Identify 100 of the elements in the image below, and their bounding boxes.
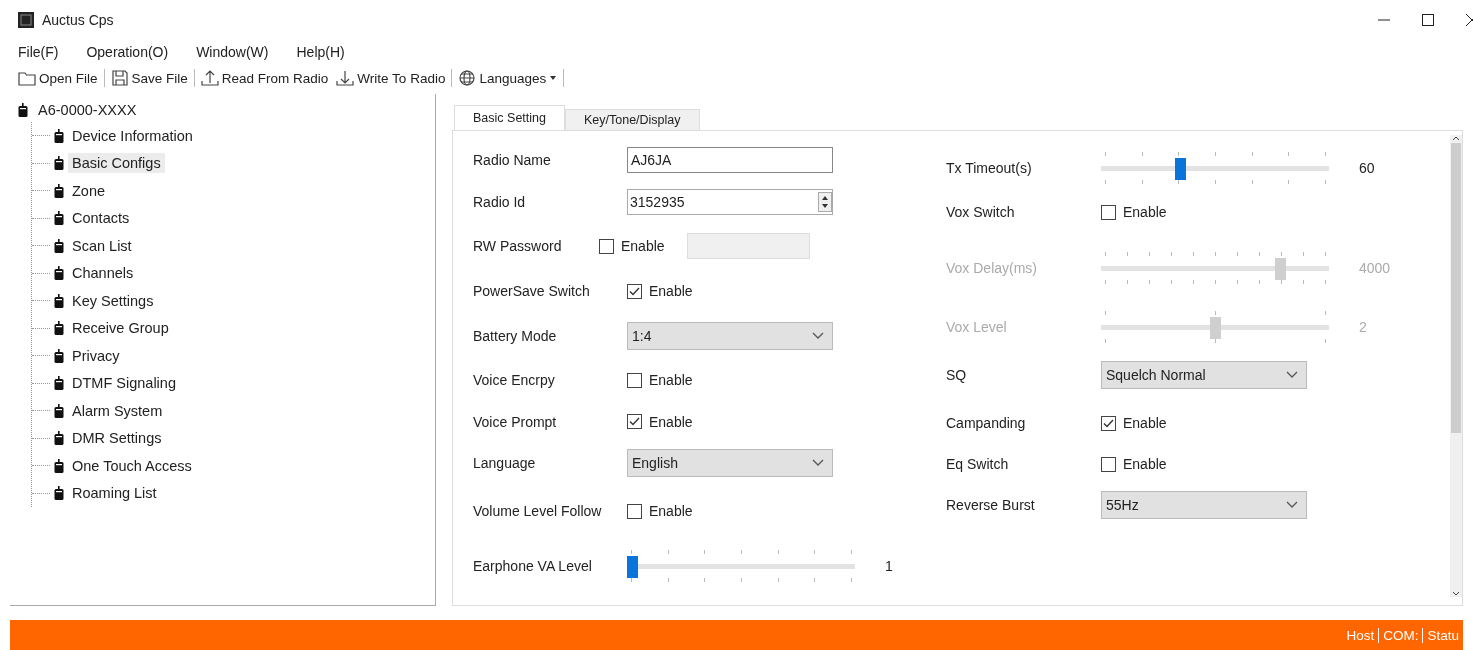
- radio-icon: [54, 156, 64, 171]
- tree-item[interactable]: Scan List: [68, 235, 136, 256]
- slider-value: 1: [885, 558, 893, 574]
- field-label: Voice Encrpy: [473, 372, 556, 388]
- dropdown[interactable]: 1:4: [627, 321, 833, 350]
- field-label: Volume Level Follow: [473, 503, 603, 519]
- menu-item[interactable]: Window(W): [196, 44, 269, 60]
- radio-icon: [54, 403, 64, 418]
- radio-icon: [54, 431, 64, 446]
- radio-icon: [54, 376, 64, 391]
- menu-item[interactable]: File(F): [18, 44, 59, 60]
- tree-item[interactable]: DTMF Signaling: [68, 373, 180, 394]
- radio-name-field[interactable]: AJ6JA: [627, 147, 833, 173]
- field-label: Voice Prompt: [473, 413, 558, 430]
- upload-icon: [200, 69, 219, 87]
- toolbar-button[interactable]: Languages: [454, 66, 562, 90]
- enable-checkbox[interactable]: Enable: [1101, 456, 1167, 472]
- field-label: SQ: [946, 367, 968, 383]
- tree-item[interactable]: DMR Settings: [68, 428, 166, 449]
- enable-checkbox[interactable]: Enable: [599, 238, 665, 254]
- toolbar-button[interactable]: Write To Radio: [332, 66, 450, 90]
- toolbar-button[interactable]: Save File: [106, 66, 192, 90]
- radio-id-spinbox[interactable]: 3152935: [627, 189, 833, 215]
- slider[interactable]: [1101, 310, 1329, 344]
- radio-icon: [54, 238, 64, 253]
- tree-item[interactable]: Privacy: [68, 345, 124, 366]
- download-icon: [336, 69, 355, 87]
- tree-item[interactable]: Receive Group: [68, 318, 173, 339]
- checkmark-icon: [1103, 418, 1114, 428]
- enable-checkbox[interactable]: Enable: [1101, 415, 1167, 431]
- dropdown[interactable]: Squelch Normal: [1101, 361, 1307, 389]
- status-text: Statu: [1422, 627, 1463, 643]
- spin-arrows-icon[interactable]: [818, 192, 832, 212]
- field-label: Vox Level: [946, 319, 1008, 335]
- status-text: Host: [1345, 627, 1376, 643]
- toolbar-button[interactable]: Open File: [14, 66, 102, 90]
- radio-icon: [54, 458, 64, 473]
- checkmark-icon: [629, 286, 640, 296]
- dropdown[interactable]: English: [627, 449, 833, 477]
- tree-item[interactable]: Roaming List: [68, 483, 161, 504]
- radio-icon: [18, 103, 28, 117]
- tab[interactable]: Key/Tone/Display: [564, 109, 700, 130]
- globe-icon: [458, 69, 477, 87]
- field-label: Battery Mode: [473, 327, 558, 344]
- tree-item[interactable]: Key Settings: [68, 290, 158, 311]
- field-label: Eq Switch: [946, 456, 1010, 472]
- scroll-up-icon[interactable]: [1452, 135, 1460, 141]
- chevron-down-icon: [1286, 501, 1298, 509]
- checkmark-icon: [629, 417, 640, 426]
- scroll-down-icon[interactable]: [1452, 591, 1460, 597]
- field-label: Language: [473, 455, 537, 471]
- slider[interactable]: [627, 549, 855, 583]
- slider[interactable]: [1101, 151, 1329, 185]
- field-label: Vox Switch: [946, 204, 1016, 220]
- radio-icon: [54, 266, 64, 281]
- field-label: Campanding: [946, 415, 1027, 431]
- enable-checkbox[interactable]: Enable: [1101, 204, 1167, 220]
- menu-item[interactable]: Help(H): [296, 44, 345, 60]
- field-label: Earphone VA Level: [473, 558, 593, 574]
- tree-item[interactable]: Zone: [68, 180, 110, 201]
- enable-checkbox[interactable]: Enable: [627, 372, 693, 388]
- enable-checkbox[interactable]: Enable: [627, 503, 693, 519]
- app-icon: [18, 12, 34, 28]
- maximize-icon[interactable]: [1421, 13, 1435, 27]
- tree-item[interactable]: Device Information: [68, 125, 197, 146]
- slider-thumb[interactable]: [627, 556, 638, 578]
- tab[interactable]: Basic Setting: [454, 105, 565, 130]
- scrollbar[interactable]: [1450, 135, 1462, 597]
- tree-item[interactable]: One Touch Access: [68, 455, 196, 476]
- radio-icon: [54, 211, 64, 226]
- folder-icon: [18, 69, 36, 87]
- tree-item[interactable]: A6-0000-XXXX: [34, 100, 141, 120]
- save-icon: [110, 69, 129, 87]
- chevron-down-icon: [1286, 371, 1298, 379]
- status-text: COM:: [1378, 627, 1423, 643]
- field-label: Reverse Burst: [946, 497, 1036, 513]
- field-label: PowerSave Switch: [473, 283, 591, 299]
- radio-icon: [54, 486, 64, 501]
- radio-icon: [54, 293, 64, 308]
- dropdown[interactable]: 55Hz: [1101, 491, 1307, 519]
- enable-checkbox[interactable]: Enable: [627, 413, 693, 430]
- chevron-down-icon: [812, 331, 824, 340]
- chevron-down-icon: [812, 459, 824, 467]
- field-label: Radio Id: [473, 194, 527, 210]
- enable-checkbox[interactable]: Enable: [627, 283, 693, 299]
- tree-item[interactable]: Alarm System: [68, 400, 167, 421]
- tree-item[interactable]: Basic Configs: [68, 153, 165, 174]
- scroll-thumb[interactable]: [1451, 143, 1461, 433]
- field-label: Vox Delay(ms): [946, 260, 1039, 276]
- caret-icon: [549, 75, 558, 81]
- radio-icon: [54, 183, 64, 198]
- tree-item[interactable]: Channels: [68, 263, 138, 284]
- slider-thumb[interactable]: [1174, 158, 1186, 180]
- menu-item[interactable]: Operation(O): [86, 44, 169, 60]
- slider[interactable]: [1101, 251, 1329, 285]
- radio-icon: [54, 321, 64, 336]
- field-label: Radio Name: [473, 152, 552, 168]
- tree-item[interactable]: Contacts: [68, 208, 134, 229]
- toolbar-button[interactable]: Read From Radio: [196, 66, 333, 90]
- slider-value: 2: [1359, 319, 1367, 335]
